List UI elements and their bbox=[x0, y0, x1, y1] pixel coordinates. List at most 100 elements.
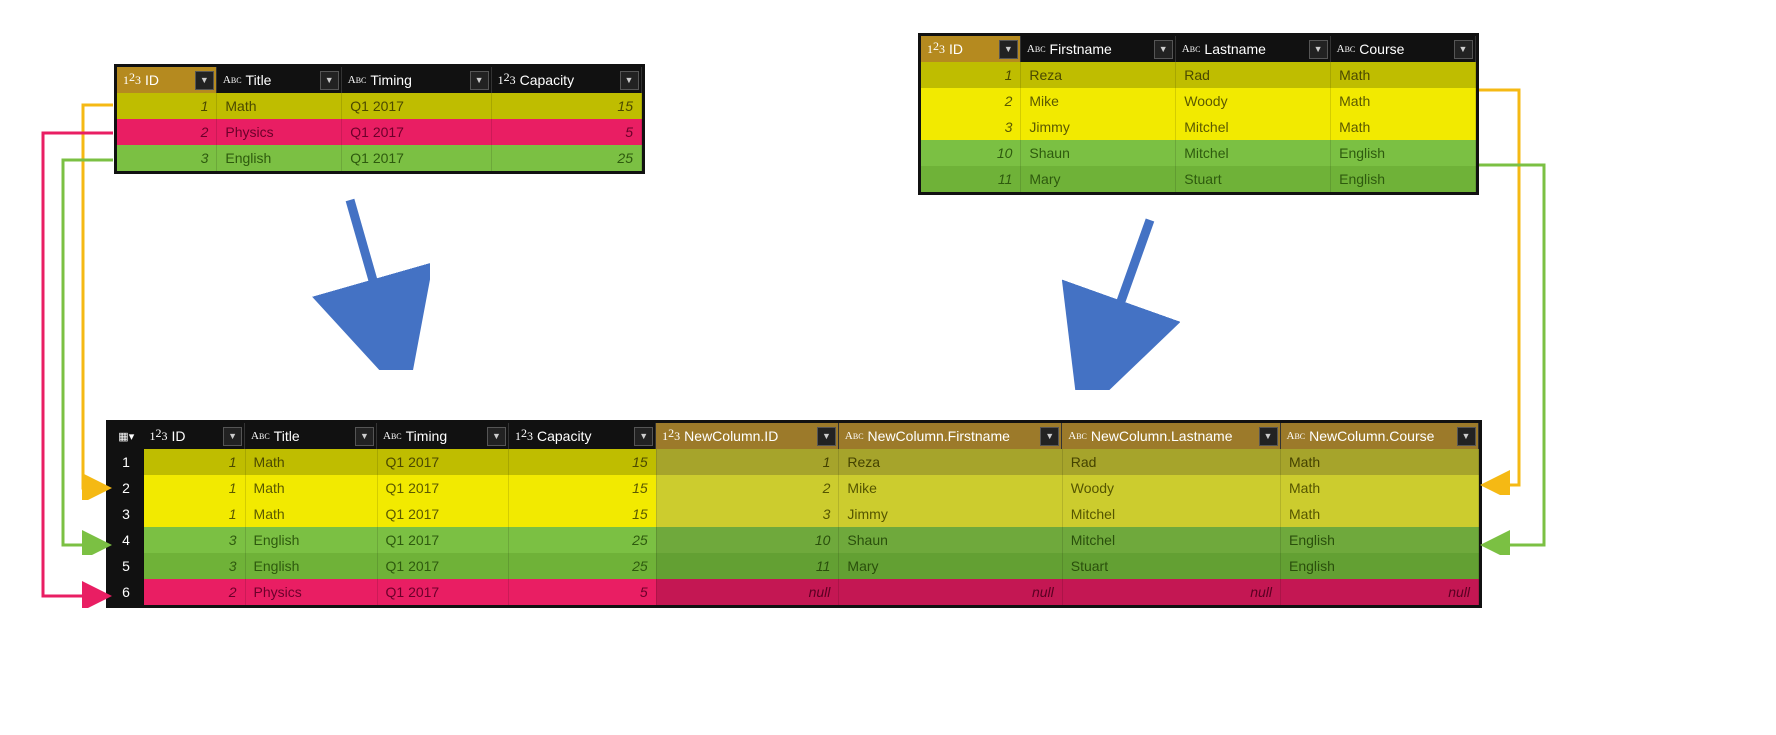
column-filter-dropdown[interactable]: ▼ bbox=[620, 71, 639, 90]
cell[interactable]: 25 bbox=[509, 553, 656, 579]
column-filter-dropdown[interactable]: ▼ bbox=[223, 427, 242, 446]
cell[interactable]: Reza bbox=[839, 449, 1062, 475]
column-header[interactable]: 123ID▼ bbox=[144, 423, 246, 449]
cell[interactable]: Rad bbox=[1176, 62, 1331, 88]
column-header[interactable]: ABCCourse▼ bbox=[1331, 36, 1476, 62]
cell[interactable]: Math bbox=[1281, 501, 1479, 527]
cell[interactable]: Mary bbox=[839, 553, 1062, 579]
cell[interactable]: 1 bbox=[144, 449, 246, 475]
cell[interactable]: 15 bbox=[509, 449, 656, 475]
cell[interactable]: 2 bbox=[144, 579, 246, 605]
cell[interactable]: English bbox=[245, 553, 377, 579]
cell[interactable]: English bbox=[1281, 527, 1479, 553]
cell[interactable]: 15 bbox=[509, 475, 656, 501]
cell[interactable]: 1 bbox=[144, 501, 246, 527]
cell[interactable]: English bbox=[1331, 140, 1476, 166]
cell[interactable]: Math bbox=[217, 93, 342, 119]
cell[interactable]: Math bbox=[245, 501, 377, 527]
cell[interactable]: Stuart bbox=[1176, 166, 1331, 192]
column-filter-dropdown[interactable]: ▼ bbox=[195, 71, 214, 90]
cell[interactable]: Q1 2017 bbox=[377, 475, 509, 501]
cell[interactable]: 3 bbox=[656, 501, 839, 527]
cell[interactable]: Mitchel bbox=[1176, 140, 1331, 166]
cell[interactable]: 25 bbox=[509, 527, 656, 553]
column-header[interactable]: 123ID▼ bbox=[921, 36, 1021, 62]
column-header[interactable]: 123Capacity▼ bbox=[509, 423, 656, 449]
cell[interactable]: Math bbox=[1331, 88, 1476, 114]
cell[interactable]: Reza bbox=[1021, 62, 1176, 88]
column-header[interactable]: ABCTiming▼ bbox=[377, 423, 509, 449]
cell[interactable]: Q1 2017 bbox=[342, 93, 492, 119]
cell[interactable]: 5 bbox=[492, 119, 642, 145]
column-filter-dropdown[interactable]: ▼ bbox=[487, 427, 506, 446]
column-header[interactable]: ABCNewColumn.Firstname▼ bbox=[839, 423, 1062, 449]
column-filter-dropdown[interactable]: ▼ bbox=[1259, 427, 1278, 446]
cell[interactable]: 3 bbox=[921, 114, 1021, 140]
cell[interactable]: 1 bbox=[144, 475, 246, 501]
cell[interactable]: 25 bbox=[492, 145, 642, 171]
column-filter-dropdown[interactable]: ▼ bbox=[355, 427, 374, 446]
column-header[interactable]: ABCFirstname▼ bbox=[1021, 36, 1176, 62]
cell[interactable]: Math bbox=[245, 475, 377, 501]
cell[interactable]: Math bbox=[1281, 475, 1479, 501]
cell[interactable]: Math bbox=[1281, 449, 1479, 475]
cell[interactable]: 10 bbox=[656, 527, 839, 553]
cell[interactable]: Physics bbox=[245, 579, 377, 605]
column-filter-dropdown[interactable]: ▼ bbox=[1457, 427, 1476, 446]
cell[interactable]: 10 bbox=[921, 140, 1021, 166]
column-filter-dropdown[interactable]: ▼ bbox=[999, 40, 1018, 59]
cell[interactable]: Mary bbox=[1021, 166, 1176, 192]
cell[interactable]: Woody bbox=[1176, 88, 1331, 114]
cell[interactable]: Q1 2017 bbox=[377, 553, 509, 579]
cell[interactable]: Mitchel bbox=[1062, 501, 1280, 527]
cell[interactable]: Mike bbox=[839, 475, 1062, 501]
cell[interactable]: 1 bbox=[117, 93, 217, 119]
column-header[interactable]: ABCTiming▼ bbox=[342, 67, 492, 93]
cell[interactable]: Rad bbox=[1062, 449, 1280, 475]
cell[interactable]: Mike bbox=[1021, 88, 1176, 114]
column-filter-dropdown[interactable]: ▼ bbox=[1040, 427, 1059, 446]
cell[interactable]: Woody bbox=[1062, 475, 1280, 501]
column-filter-dropdown[interactable]: ▼ bbox=[470, 71, 489, 90]
cell[interactable]: Q1 2017 bbox=[377, 449, 509, 475]
cell[interactable]: 11 bbox=[656, 553, 839, 579]
cell[interactable]: null bbox=[839, 579, 1062, 605]
cell[interactable]: Mitchel bbox=[1176, 114, 1331, 140]
column-header[interactable]: ABCTitle▼ bbox=[217, 67, 342, 93]
cell[interactable]: Stuart bbox=[1062, 553, 1280, 579]
column-header[interactable]: 123NewColumn.ID▼ bbox=[656, 423, 839, 449]
cell[interactable]: Q1 2017 bbox=[377, 501, 509, 527]
column-header[interactable]: ABCNewColumn.Lastname▼ bbox=[1062, 423, 1280, 449]
column-header[interactable]: 123Capacity▼ bbox=[492, 67, 642, 93]
cell[interactable]: Physics bbox=[217, 119, 342, 145]
cell[interactable]: Shaun bbox=[1021, 140, 1176, 166]
column-filter-dropdown[interactable]: ▼ bbox=[1309, 40, 1328, 59]
cell[interactable]: Shaun bbox=[839, 527, 1062, 553]
cell[interactable]: 11 bbox=[921, 166, 1021, 192]
cell[interactable]: 1 bbox=[921, 62, 1021, 88]
cell[interactable]: 2 bbox=[117, 119, 217, 145]
cell[interactable]: null bbox=[656, 579, 839, 605]
cell[interactable]: Math bbox=[245, 449, 377, 475]
cell[interactable]: Jimmy bbox=[1021, 114, 1176, 140]
cell[interactable]: Math bbox=[1331, 114, 1476, 140]
cell[interactable]: Q1 2017 bbox=[377, 527, 509, 553]
column-filter-dropdown[interactable]: ▼ bbox=[1454, 40, 1473, 59]
cell[interactable]: Mitchel bbox=[1062, 527, 1280, 553]
cell[interactable]: 1 bbox=[656, 449, 839, 475]
cell[interactable]: 3 bbox=[144, 527, 246, 553]
cell[interactable]: English bbox=[245, 527, 377, 553]
cell[interactable]: Jimmy bbox=[839, 501, 1062, 527]
column-header[interactable]: ABCNewColumn.Course▼ bbox=[1281, 423, 1479, 449]
column-header[interactable]: ABCTitle▼ bbox=[245, 423, 377, 449]
cell[interactable]: English bbox=[1281, 553, 1479, 579]
cell[interactable]: English bbox=[217, 145, 342, 171]
cell[interactable]: null bbox=[1281, 579, 1479, 605]
column-filter-dropdown[interactable]: ▼ bbox=[320, 71, 339, 90]
cell[interactable]: null bbox=[1062, 579, 1280, 605]
cell[interactable]: Math bbox=[1331, 62, 1476, 88]
cell[interactable]: 2 bbox=[921, 88, 1021, 114]
cell[interactable]: 15 bbox=[492, 93, 642, 119]
cell[interactable]: Q1 2017 bbox=[342, 119, 492, 145]
column-header[interactable]: 123ID▼ bbox=[117, 67, 217, 93]
